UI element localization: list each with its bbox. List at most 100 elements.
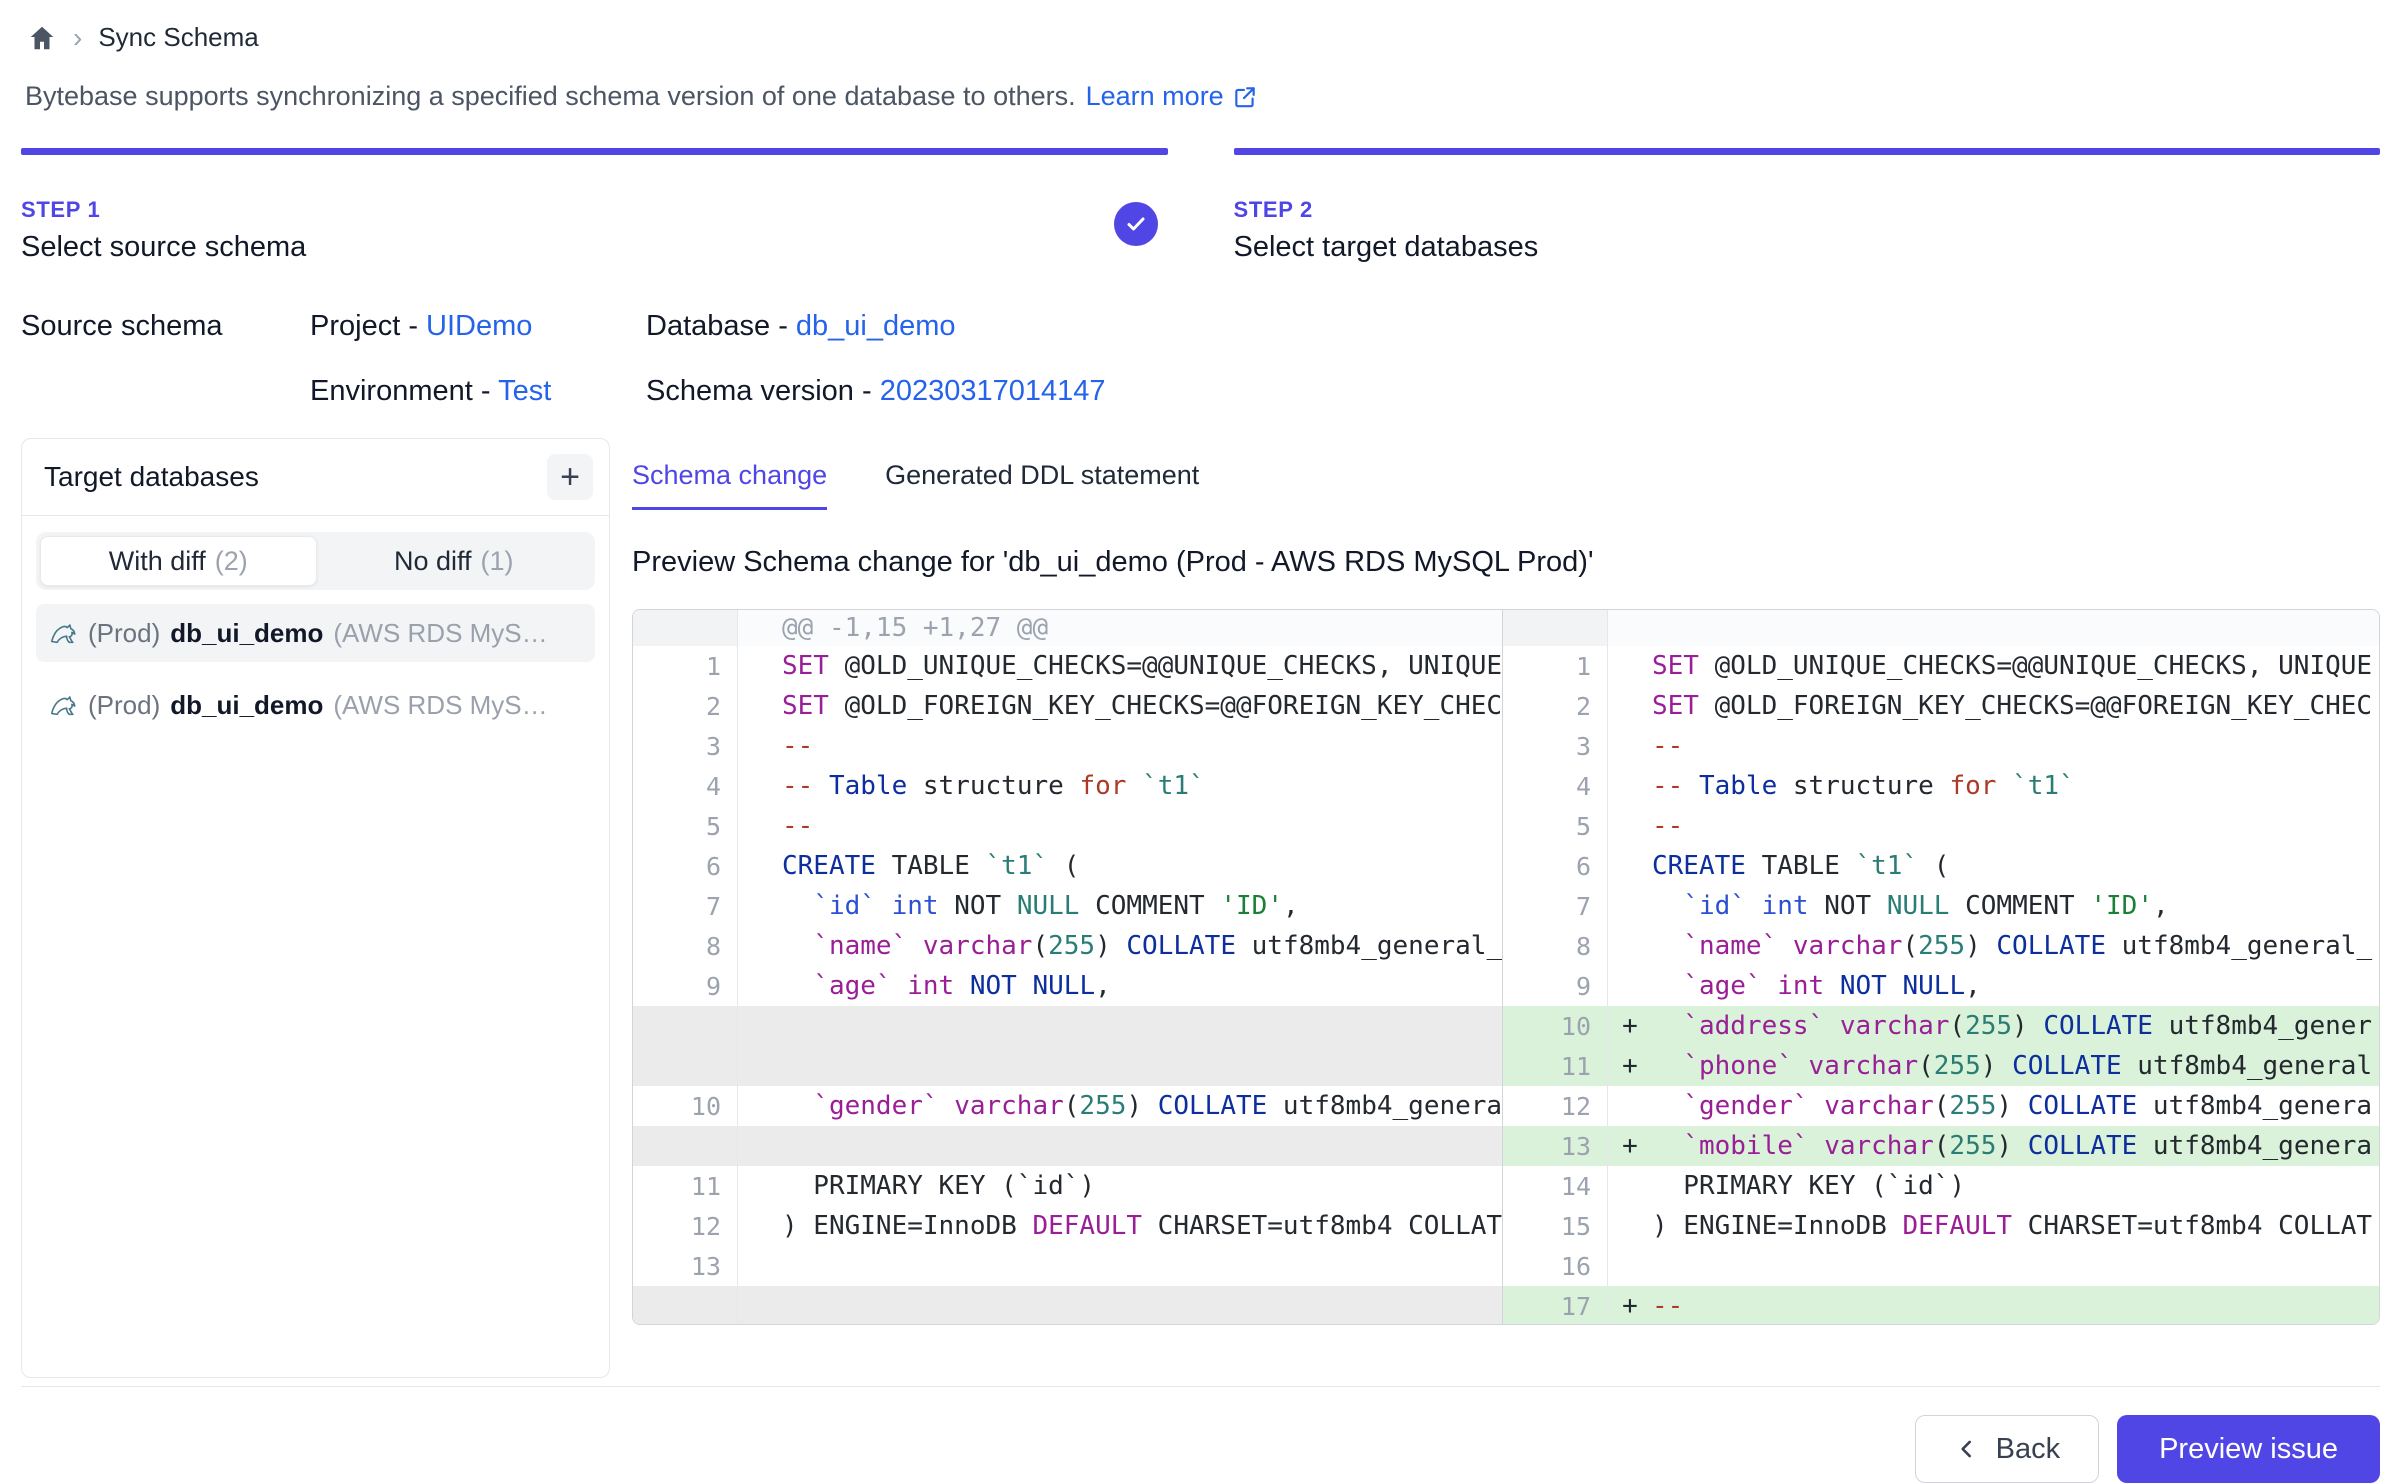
code-line: `id` int NOT NULL COMMENT 'ID',	[1652, 891, 2379, 921]
diff-sign: +	[1608, 1051, 1652, 1081]
line-number: 11	[633, 1166, 738, 1206]
line-number: 6	[1503, 846, 1608, 886]
line-number	[633, 1046, 738, 1086]
code-line: `age` int NOT NULL,	[782, 971, 1502, 1001]
diff-context-row: 8 `name` varchar(255) COLLATE utf8mb4_ge…	[1503, 926, 2379, 966]
code-line: `name` varchar(255) COLLATE utf8mb4_gene…	[1652, 931, 2379, 961]
line-number: 13	[633, 1246, 738, 1286]
diff-context-row: 7 `id` int NOT NULL COMMENT 'ID',	[633, 886, 1502, 926]
target-databases-title: Target databases	[44, 461, 259, 493]
database-link[interactable]: db_ui_demo	[796, 310, 956, 342]
tab-no-diff[interactable]: No diff (1)	[317, 536, 592, 586]
line-number: 10	[1503, 1006, 1608, 1046]
line-number: 16	[1503, 1246, 1608, 1286]
diff-context-row: 6CREATE TABLE `t1` (	[633, 846, 1502, 886]
environment-field: Environment - Test	[310, 375, 646, 408]
diff-context-row: 1SET @OLD_UNIQUE_CHECKS=@@UNIQUE_CHECKS,…	[1503, 646, 2379, 686]
diff-added-row: 13+ `mobile` varchar(255) COLLATE utf8mb…	[1503, 1126, 2379, 1166]
diff-context-row: 4-- Table structure for `t1`	[633, 766, 1502, 806]
tab-with-diff[interactable]: With diff (2)	[40, 536, 317, 586]
diff-sign: +	[1608, 1131, 1652, 1161]
target-database-item[interactable]: (Prod)db_ui_demo(AWS RDS MyS…	[36, 676, 595, 734]
line-number: 8	[633, 926, 738, 966]
no-diff-count: (1)	[481, 546, 514, 577]
line-number: 14	[1503, 1166, 1608, 1206]
db-instance-suffix: (AWS RDS MyS…	[333, 690, 547, 721]
page-description: Bytebase supports synchronizing a specif…	[25, 81, 2380, 112]
line-number	[1503, 610, 1608, 646]
line-number: 5	[1503, 806, 1608, 846]
code-line: --	[1652, 811, 2379, 841]
line-number: 17	[1503, 1286, 1608, 1324]
line-number	[633, 1126, 738, 1166]
chevron-right-icon: ›	[73, 24, 82, 52]
line-number: 11	[1503, 1046, 1608, 1086]
diff-pane-target: 1SET @OLD_UNIQUE_CHECKS=@@UNIQUE_CHECKS,…	[1502, 610, 2379, 1324]
diff-context-row: 4-- Table structure for `t1`	[1503, 766, 2379, 806]
code-line: --	[782, 731, 1502, 761]
diff-context-row: 9 `age` int NOT NULL,	[633, 966, 1502, 1006]
diff-added-row: 11+ `phone` varchar(255) COLLATE utf8mb4…	[1503, 1046, 2379, 1086]
diff-context-row: 1 SET @OLD_UNIQUE_CHECKS=@@UNIQUE_CHECKS,…	[633, 646, 1502, 686]
environment-link[interactable]: Test	[498, 375, 551, 407]
chevron-left-icon	[1954, 1436, 1980, 1462]
target-database-item[interactable]: (Prod)db_ui_demo(AWS RDS MyS…	[36, 604, 595, 662]
step-2-progress-bar	[1234, 148, 2381, 155]
diff-hunk-header-row	[1503, 610, 2379, 646]
step-indicator: STEP 1 Select source schema STEP 2 Selec…	[21, 148, 2380, 264]
code-line: CREATE TABLE `t1` (	[782, 851, 1502, 881]
home-icon[interactable]	[27, 23, 57, 53]
line-number: 2	[633, 686, 738, 726]
target-databases-header: Target databases +	[22, 439, 609, 516]
code-line: `phone` varchar(255) COLLATE utf8mb4_gen…	[1652, 1051, 2379, 1081]
code-line: CREATE TABLE `t1` (	[1652, 851, 2379, 881]
add-target-database-button[interactable]: +	[547, 454, 593, 500]
project-link[interactable]: UIDemo	[426, 310, 532, 342]
step-1-progress-bar	[21, 148, 1168, 155]
line-number: 7	[1503, 886, 1608, 926]
diff-sign: +	[1608, 1011, 1652, 1041]
diff-context-row: 16	[1503, 1246, 2379, 1286]
tab-schema-change[interactable]: Schema change	[632, 460, 827, 510]
line-number: 9	[633, 966, 738, 1006]
learn-more-link[interactable]: Learn more	[1086, 81, 1258, 112]
database-field: Database - db_ui_demo	[646, 310, 2380, 343]
diff-context-row: 2SET @OLD_FOREIGN_KEY_CHECKS=@@FOREIGN_K…	[1503, 686, 2379, 726]
line-number: 12	[633, 1206, 738, 1246]
schema-diff-viewer: @@ -1,15 +1,27 @@1SET @OLD_UNIQUE_CHECKS…	[632, 609, 2380, 1325]
target-database-list: (Prod)db_ui_demo(AWS RDS MyS…(Prod)db_ui…	[36, 604, 595, 734]
diff-pane-source: @@ -1,15 +1,27 @@1SET @OLD_UNIQUE_CHECKS…	[633, 610, 1502, 1324]
line-number: 9	[1503, 966, 1608, 1006]
external-link-icon	[1232, 84, 1258, 110]
step-1-completed-badge	[1114, 202, 1158, 246]
db-name: db_ui_demo	[170, 618, 323, 649]
code-line: `gender` varchar(255) COLLATE utf8mb4_ge…	[782, 1091, 1502, 1121]
diff-spacer-row	[633, 1006, 1502, 1046]
code-line: SET @OLD_UNIQUE_CHECKS=@@UNIQUE_CHECKS, …	[782, 651, 1502, 681]
code-line: SET @OLD_UNIQUE_CHECKS=@@UNIQUE_CHECKS, …	[1652, 651, 2379, 681]
line-number	[633, 1006, 738, 1046]
code-line: -- Table structure for `t1`	[782, 771, 1502, 801]
db-instance-suffix: (AWS RDS MyS…	[333, 618, 547, 649]
schema-version-link[interactable]: 20230317014147	[880, 375, 1106, 407]
diff-context-row: 14 PRIMARY KEY (`id`)	[1503, 1166, 2379, 1206]
back-button[interactable]: Back	[1915, 1415, 2099, 1483]
diff-context-row: 6 CREATE TABLE `t1` (	[1503, 846, 2379, 886]
line-number	[633, 610, 738, 646]
mysql-icon	[48, 618, 78, 648]
tab-generated-ddl[interactable]: Generated DDL statement	[885, 460, 1199, 510]
diff-sign: +	[1608, 1291, 1652, 1321]
preview-issue-button[interactable]: Preview issue	[2117, 1415, 2380, 1483]
line-number: 1	[633, 646, 738, 686]
diff-context-row: 3--	[633, 726, 1502, 766]
line-number: 4	[1503, 766, 1608, 806]
step-2: STEP 2 Select target databases	[1234, 148, 2381, 264]
line-number: 7	[633, 886, 738, 926]
diff-context-row: 3--	[1503, 726, 2379, 766]
source-schema-label: Source schema	[21, 310, 310, 343]
code-line: `gender` varchar(255) COLLATE utf8mb4_ge…	[1652, 1091, 2379, 1121]
step-2-label: STEP 2	[1234, 197, 2381, 223]
code-line: --	[1652, 731, 2379, 761]
code-line: --	[1652, 1291, 2379, 1321]
diff-context-row: 11 PRIMARY KEY (`id`)	[633, 1166, 1502, 1206]
